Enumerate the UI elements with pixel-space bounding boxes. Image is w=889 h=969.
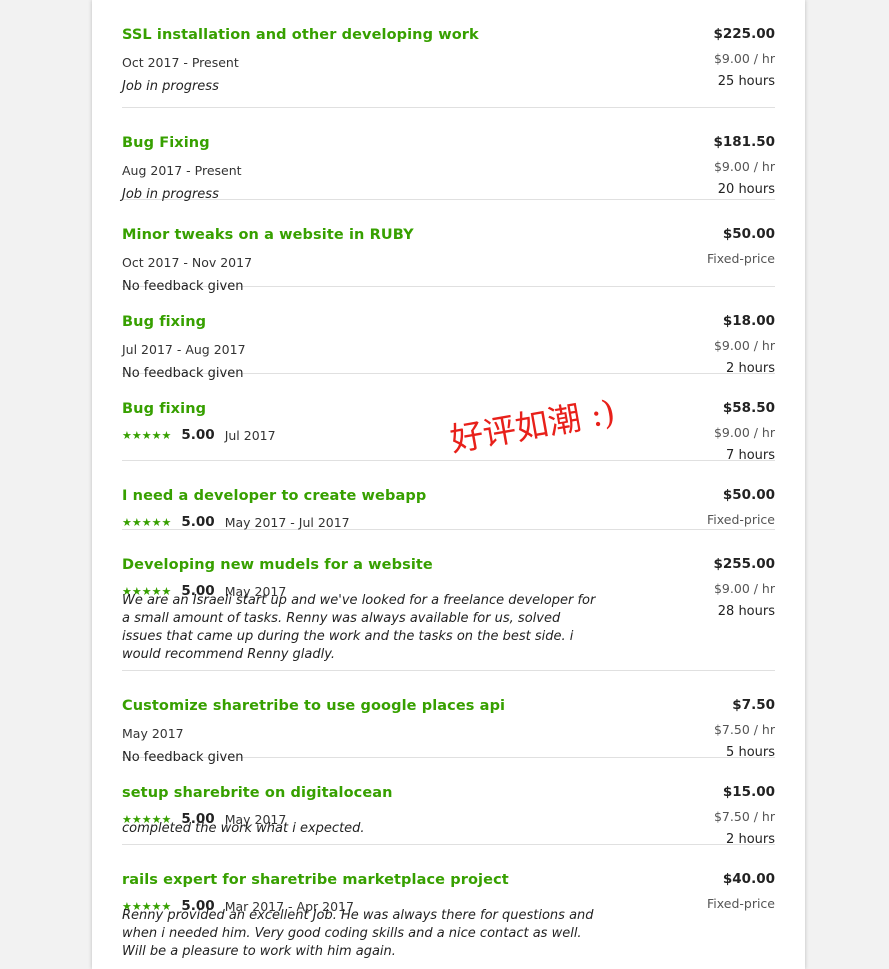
rating-score: 5.00 [181, 427, 215, 443]
job-item: Customize sharetribe to use google place… [122, 671, 775, 765]
job-dates: Aug 2017 - Present [122, 163, 242, 178]
client-feedback: completed the work what i expected. [122, 821, 365, 836]
rating-row: ★★★★★ 5.00 May 2017 - Jul 2017 [122, 514, 350, 530]
job-item: I need a developer to create webapp ★★★★★… [122, 461, 775, 530]
job-amount: $50.00 [722, 487, 775, 503]
job-dates: May 2017 - Jul 2017 [224, 514, 350, 530]
job-title-link[interactable]: SSL installation and other developing wo… [122, 27, 479, 43]
job-amount: $181.50 [713, 134, 776, 150]
star-icon: ★ [161, 428, 172, 442]
job-amount: $40.00 [722, 871, 775, 887]
job-title-link[interactable]: Bug fixing [122, 401, 206, 417]
star-icon: ★ [141, 428, 152, 442]
job-dates: Oct 2017 - Nov 2017 [122, 255, 253, 270]
star-icon: ★ [122, 428, 132, 442]
job-item: Developing new mudels for a website ★★★★★… [122, 530, 775, 671]
star-rating: ★★★★★ [122, 429, 171, 442]
job-dates: Jul 2017 [224, 427, 276, 443]
job-amount: $58.50 [722, 400, 775, 416]
job-amount: $7.50 [732, 697, 775, 713]
job-amount: $255.00 [713, 556, 776, 572]
client-feedback: We are an Israeli start up and we've loo… [122, 593, 596, 662]
job-title-link[interactable]: Minor tweaks on a website in RUBY [122, 227, 414, 243]
job-title-link[interactable]: Customize sharetribe to use google place… [122, 698, 505, 714]
job-rate: Fixed-price [706, 251, 775, 266]
job-rate: $9.00 / hr [713, 581, 775, 596]
job-item: Minor tweaks on a website in RUBY Oct 201… [122, 200, 775, 294]
job-dates: Jul 2017 - Aug 2017 [122, 342, 246, 357]
job-amount: $15.00 [722, 784, 775, 800]
job-rate: $9.00 / hr [713, 159, 775, 174]
job-title-link[interactable]: Bug Fixing [122, 135, 210, 151]
job-hours: 25 hours [717, 74, 775, 89]
star-icon: ★ [122, 515, 132, 529]
job-amount: $50.00 [722, 226, 775, 242]
star-icon: ★ [131, 515, 142, 529]
job-title-link[interactable]: setup sharebrite on digitalocean [122, 785, 393, 801]
job-item: Bug fixing Jul 2017 - Aug 2017 No feedback… [122, 287, 775, 381]
job-item: Bug Fixing Aug 2017 - Present Job in progr… [122, 108, 776, 202]
star-icon: ★ [151, 515, 162, 529]
job-dates: May 2017 [122, 726, 184, 741]
job-rate: $7.50 / hr [713, 809, 775, 824]
job-dates: Oct 2017 - Present [122, 55, 239, 70]
client-feedback: Renny provided an excellent Job. He was … [122, 908, 594, 959]
job-item: SSL installation and other developing wo… [122, 0, 775, 108]
star-icon: ★ [131, 428, 142, 442]
job-rate: Fixed-price [706, 896, 775, 911]
job-title-link[interactable]: I need a developer to create webapp [122, 488, 426, 504]
job-rate: $9.00 / hr [713, 425, 775, 440]
job-title-link[interactable]: rails expert for sharetribe marketplace … [122, 872, 509, 888]
job-item: setup sharebrite on digitalocean ★★★★★ 5.0… [122, 758, 775, 847]
star-icon: ★ [161, 515, 172, 529]
job-rate: $9.00 / hr [713, 51, 775, 66]
star-rating: ★★★★★ [122, 516, 171, 529]
job-rate: Fixed-price [706, 512, 775, 527]
job-rate: $9.00 / hr [713, 338, 775, 353]
job-amount: $225.00 [713, 26, 776, 42]
rating-row: ★★★★★ 5.00 Jul 2017 [122, 427, 276, 443]
job-status: Job in progress [122, 79, 219, 94]
star-icon: ★ [151, 428, 162, 442]
star-icon: ★ [141, 515, 152, 529]
job-title-link[interactable]: Bug fixing [122, 314, 206, 330]
job-item: rails expert for sharetribe marketplace … [122, 845, 775, 969]
job-rate: $7.50 / hr [713, 722, 775, 737]
job-hours: 20 hours [717, 182, 775, 197]
job-hours: 28 hours [717, 604, 775, 619]
work-history-card: SSL installation and other developing wo… [92, 0, 805, 969]
job-amount: $18.00 [722, 313, 775, 329]
job-title-link[interactable]: Developing new mudels for a website [122, 557, 433, 573]
rating-score: 5.00 [181, 514, 215, 530]
